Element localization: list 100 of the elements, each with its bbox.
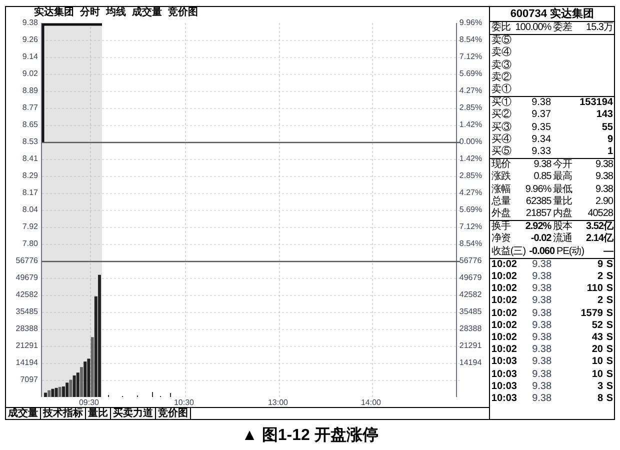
trade-price: 9.38: [531, 295, 553, 308]
axis-label: 42582: [16, 290, 38, 300]
axis-label: 7.12%: [459, 222, 482, 232]
trade-price: 9.38: [531, 320, 553, 332]
axis-label: 14194: [16, 358, 38, 368]
trade-price: 9.38: [531, 308, 553, 320]
trade-time: 10:03: [491, 356, 518, 369]
bid-label: 买①: [491, 97, 512, 108]
bid-price: 9.35: [530, 122, 552, 134]
axis-label: 7.80: [22, 239, 38, 249]
quote-value: 100.00%: [514, 22, 552, 34]
trade-price: 9.38: [531, 258, 553, 272]
stock-title: 600734 实达集团: [490, 7, 614, 22]
time-label: 10:30: [174, 398, 194, 408]
axis-label: 42582: [459, 290, 482, 300]
axis-label: 7.12%: [459, 52, 482, 62]
bid-volume: 1: [606, 146, 613, 158]
axis-label: 0.00%: [459, 137, 482, 147]
trade-side: S: [605, 271, 613, 284]
axis-label: 1.42%: [459, 154, 482, 164]
bid-label: 买⑤: [491, 146, 512, 158]
axis-label: 2.85%: [459, 171, 482, 181]
ask-label: 卖③: [491, 60, 512, 72]
trade-volume: 110: [586, 283, 603, 296]
axis-label: 56776: [459, 256, 482, 266]
trade-volume: 43: [590, 332, 603, 344]
axis-label: 4.27%: [459, 86, 482, 96]
axis-label: 9.02: [22, 69, 38, 79]
trade-volume: 3: [596, 380, 603, 394]
quote-value: 9.38: [594, 159, 613, 172]
quote-label: 涨幅: [491, 184, 510, 196]
indicator-tab[interactable]: 买卖力道: [111, 408, 156, 419]
bid-label: 买②: [491, 109, 512, 122]
ask-label: 卖⑤: [491, 35, 512, 46]
trade-volume: 52: [590, 320, 603, 332]
trade-time: 10:02: [491, 332, 518, 344]
quote-label: 量比: [553, 196, 572, 208]
quote-label: 最高: [553, 171, 572, 184]
axis-label: 1.42%: [459, 120, 482, 130]
figure-caption: ▲ 图1-12 开盘涨停: [240, 426, 380, 446]
axis-label: 8.65: [22, 120, 38, 130]
axis-label: 9.14: [22, 52, 38, 62]
bid-price: 9.33: [530, 146, 552, 158]
chart-mode-tab[interactable]: 成交量: [132, 7, 162, 19]
trade-price: 9.38: [531, 283, 553, 296]
quote-label: 收益(三): [491, 246, 526, 258]
trade-volume: 2: [596, 271, 603, 284]
axis-label: 14194: [459, 358, 482, 368]
bid-volume: 55: [600, 122, 613, 134]
trade-price: 9.38: [531, 344, 553, 356]
axis-label: 9.26: [22, 35, 38, 45]
quote-label: 委比: [491, 22, 510, 34]
trade-volume: 10: [590, 356, 603, 369]
quote-label: PE(动): [556, 246, 584, 258]
bid-volume: 9: [606, 134, 613, 146]
trade-volume: 8: [596, 393, 603, 406]
axis-label: 9.38: [22, 18, 38, 28]
chart-mode-tab[interactable]: 均线: [106, 7, 126, 19]
quote-value: 9.38: [594, 171, 613, 184]
trade-side: S: [605, 332, 613, 344]
indicator-tab[interactable]: 技术指标: [41, 408, 86, 419]
axis-label: 8.89: [22, 86, 38, 96]
trade-volume: 1579: [580, 308, 603, 320]
trade-side: S: [605, 393, 613, 406]
time-label: 14:00: [360, 398, 382, 408]
trade-time: 10:03: [491, 380, 518, 394]
axis-label: 9.96%: [459, 18, 482, 28]
bid-price: 9.37: [530, 109, 552, 122]
trade-side: S: [605, 320, 613, 332]
trade-price: 9.38: [531, 380, 553, 394]
chart-mode-tab[interactable]: 分时: [80, 7, 100, 19]
quote-value: 9.96%: [524, 184, 552, 196]
time-label: 13:00: [268, 398, 288, 408]
quote-label: 现价: [491, 159, 510, 170]
indicator-tab[interactable]: 竞价图: [156, 408, 191, 419]
axis-label: 2.85%: [459, 103, 482, 113]
axis-label: 7097: [20, 375, 38, 385]
trade-time: 10:02: [491, 283, 518, 296]
trade-price: 9.38: [531, 393, 553, 406]
quote-label: 股本: [553, 221, 572, 232]
trade-price: 9.38: [531, 368, 553, 381]
trade-volume: 20: [590, 344, 603, 356]
bid-label: 买④: [491, 134, 512, 146]
quote-value: 2.90: [594, 196, 613, 208]
axis-label: 5.69%: [459, 69, 482, 79]
axis-label: 21291: [16, 341, 38, 351]
trade-volume: 9: [596, 258, 603, 272]
indicator-tab[interactable]: 量比: [86, 408, 111, 419]
bid-label: 买③: [491, 122, 512, 134]
axis-label: 28388: [16, 324, 38, 334]
quote-label: 涨跌: [491, 171, 510, 184]
quote-label: 总量: [491, 196, 510, 208]
chart-mode-tab[interactable]: 竞价图: [168, 7, 198, 19]
indicator-tab[interactable]: 成交量: [6, 408, 41, 419]
time-label: 09:30: [78, 398, 100, 408]
trade-volume: 10: [590, 368, 603, 381]
axis-label: 35485: [459, 307, 482, 317]
axis-label: 4.27%: [459, 188, 482, 198]
quote-value: 0.85: [532, 171, 552, 184]
axis-label: 8.54%: [459, 239, 482, 249]
